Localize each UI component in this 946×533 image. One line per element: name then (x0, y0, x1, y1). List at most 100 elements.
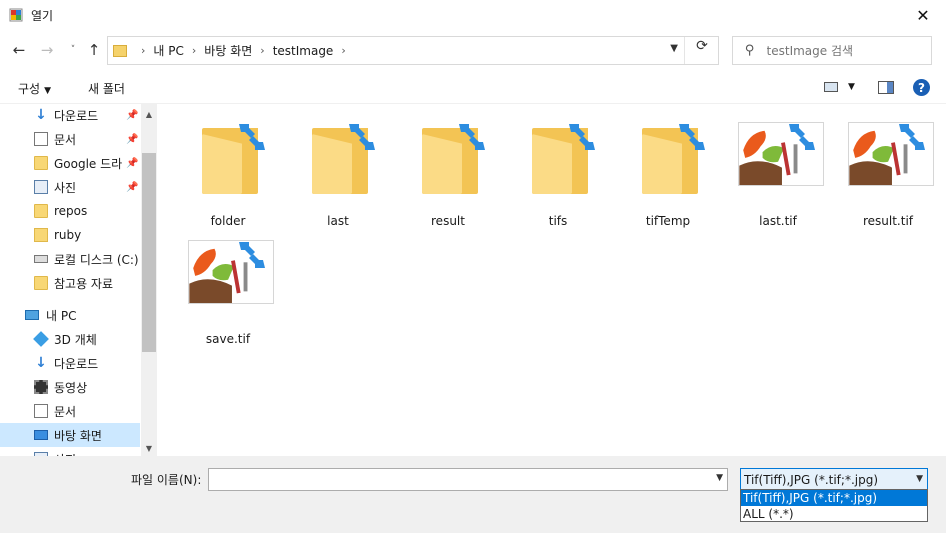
folder-icon (34, 276, 48, 290)
breadcrumb-separator: › (141, 44, 146, 57)
sidebar-item-label: 로컬 디스크 (C:) (54, 252, 139, 267)
sidebar-item-label: 다운로드 (54, 108, 99, 123)
window-title: 열기 (31, 9, 54, 23)
video-icon (34, 380, 48, 394)
sync-badge-icon (679, 124, 705, 150)
title-bar: 열기 ✕ (0, 0, 946, 31)
organize-button[interactable]: 구성 ▼ (18, 80, 51, 97)
file-name-input[interactable] (209, 469, 709, 490)
help-icon[interactable]: ? (913, 79, 930, 96)
refresh-button[interactable]: ⟳ (688, 38, 716, 54)
sync-badge-icon (569, 124, 595, 150)
sidebar-item-videos[interactable]: 동영상 (0, 375, 140, 399)
download-icon: ↓ (35, 107, 47, 123)
file-item-last[interactable]: last (290, 110, 386, 228)
folder-icon (34, 204, 48, 218)
image-thumbnail (188, 236, 274, 316)
chevron-down-icon[interactable]: ▼ (670, 43, 678, 54)
file-type-select[interactable]: Tif(Tiff),JPG (*.tif;*.jpg) ▼ (740, 468, 928, 491)
file-name-field[interactable]: ▼ (208, 468, 728, 491)
caret-down-icon: ▼ (44, 86, 52, 96)
pin-icon: 📌 (126, 157, 139, 169)
file-item-result-tif[interactable]: result.tif (840, 110, 936, 228)
folder-thumbnail (298, 118, 384, 198)
sidebar-item-3d-objects[interactable]: 3D 개체 (0, 327, 140, 351)
new-folder-button[interactable]: 새 폴더 (88, 80, 125, 97)
navigation-pane: ↓ 다운로드 📌 문서 📌 Google 드라이브 📌 사진 📌 repos r… (0, 104, 140, 456)
sidebar-item-ruby[interactable]: ruby (0, 223, 140, 247)
folder-thumbnail (518, 118, 604, 198)
sidebar-item-desktop[interactable]: 바탕 화면 (0, 423, 140, 447)
navigation-bar: ← → ˅ ↑ › 내 PC › 바탕 화면 › testImage › ▼ ⟳… (0, 31, 946, 71)
image-thumbnail (738, 118, 824, 198)
preview-pane-icon[interactable] (878, 81, 894, 94)
sidebar-item-pictures[interactable]: 사진 📌 (0, 175, 140, 199)
sidebar-item-pictures-pc[interactable]: 사진 (0, 447, 140, 456)
folder-thumbnail (188, 118, 274, 198)
file-item-result[interactable]: result (400, 110, 496, 228)
sidebar-item-documents-pc[interactable]: 문서 (0, 399, 140, 423)
breadcrumb-separator: › (341, 44, 346, 57)
breadcrumb-separator: › (191, 44, 197, 57)
recent-locations-button[interactable]: ˅ (64, 41, 82, 59)
sidebar-item-label: repos (54, 204, 88, 218)
file-item-folder[interactable]: folder (180, 110, 276, 228)
breadcrumb-item-testimage[interactable]: testImage (273, 44, 334, 58)
back-button[interactable]: ← (10, 41, 28, 59)
breadcrumb-item-pc[interactable]: 내 PC (153, 42, 183, 59)
file-item-tifs[interactable]: tifs (510, 110, 606, 228)
scroll-down-icon[interactable]: ▼ (141, 440, 157, 456)
file-item-last-tif[interactable]: last.tif (730, 110, 826, 228)
breadcrumb-item-desktop[interactable]: 바탕 화면 (204, 42, 252, 59)
sidebar-scrollbar[interactable]: ▲ ▼ (141, 104, 157, 456)
file-item-save-tif[interactable]: save.tif (180, 228, 276, 346)
sidebar-item-label: 동영상 (54, 380, 88, 395)
sidebar-item-reference[interactable]: 참고용 자료 (0, 271, 140, 295)
file-name: last (327, 214, 349, 228)
pin-icon: 📌 (126, 109, 139, 121)
chevron-down-icon[interactable]: ▼ (716, 473, 723, 483)
view-options-icon[interactable] (824, 82, 838, 92)
sidebar-item-downloads-pc[interactable]: ↓ 다운로드 (0, 351, 140, 375)
file-item-tiftemp[interactable]: tifTemp (620, 110, 716, 228)
sidebar-item-repos[interactable]: repos (0, 199, 140, 223)
sidebar-item-label: Google 드라이브 (54, 156, 122, 171)
search-input[interactable] (766, 43, 917, 58)
search-box[interactable]: ⚲ (732, 36, 932, 65)
sidebar-item-downloads[interactable]: ↓ 다운로드 📌 (0, 104, 140, 127)
up-button[interactable]: ↑ (85, 41, 103, 59)
3d-objects-icon (33, 331, 49, 347)
search-icon: ⚲ (745, 43, 755, 58)
file-type-option[interactable]: ALL (*.*) (741, 506, 927, 522)
scroll-up-icon[interactable]: ▲ (141, 106, 157, 122)
sidebar-item-local-disk[interactable]: 로컬 디스크 (C:) (0, 247, 140, 271)
pc-icon (25, 310, 39, 320)
document-icon (34, 404, 48, 418)
scroll-thumb[interactable] (142, 153, 156, 352)
drive-icon (34, 255, 48, 263)
sidebar-item-label: 문서 (54, 132, 77, 147)
organize-label: 구성 (18, 82, 41, 96)
divider (684, 37, 685, 64)
close-button[interactable]: ✕ (900, 0, 946, 31)
address-bar[interactable]: › 내 PC › 바탕 화면 › testImage › ▼ (107, 36, 719, 65)
caret-down-icon[interactable]: ▼ (848, 82, 855, 92)
file-type-option[interactable]: Tif(Tiff),JPG (*.tif;*.jpg) (741, 490, 927, 506)
sync-badge-icon (239, 242, 265, 268)
folder-icon (34, 228, 48, 242)
forward-button[interactable]: → (38, 41, 56, 59)
sidebar-item-google-drive[interactable]: Google 드라이브 📌 (0, 151, 140, 175)
sidebar-item-label: 참고용 자료 (54, 276, 114, 291)
command-bar: 구성 ▼ 새 폴더 ▼ ? (0, 71, 946, 104)
sidebar-item-documents[interactable]: 문서 📌 (0, 127, 140, 151)
sync-badge-icon (239, 124, 265, 150)
sidebar-item-label: 문서 (54, 404, 77, 419)
chevron-down-icon[interactable]: ▼ (916, 474, 923, 484)
sidebar-item-label: 사진 (54, 180, 77, 195)
file-name: result.tif (862, 214, 914, 228)
pictures-icon (34, 180, 48, 194)
pin-icon: 📌 (126, 133, 139, 145)
sidebar-item-label: ruby (54, 228, 82, 242)
file-type-dropdown: Tif(Tiff),JPG (*.tif;*.jpg) ALL (*.*) (740, 489, 928, 522)
sidebar-item-this-pc[interactable]: 내 PC (0, 303, 140, 327)
